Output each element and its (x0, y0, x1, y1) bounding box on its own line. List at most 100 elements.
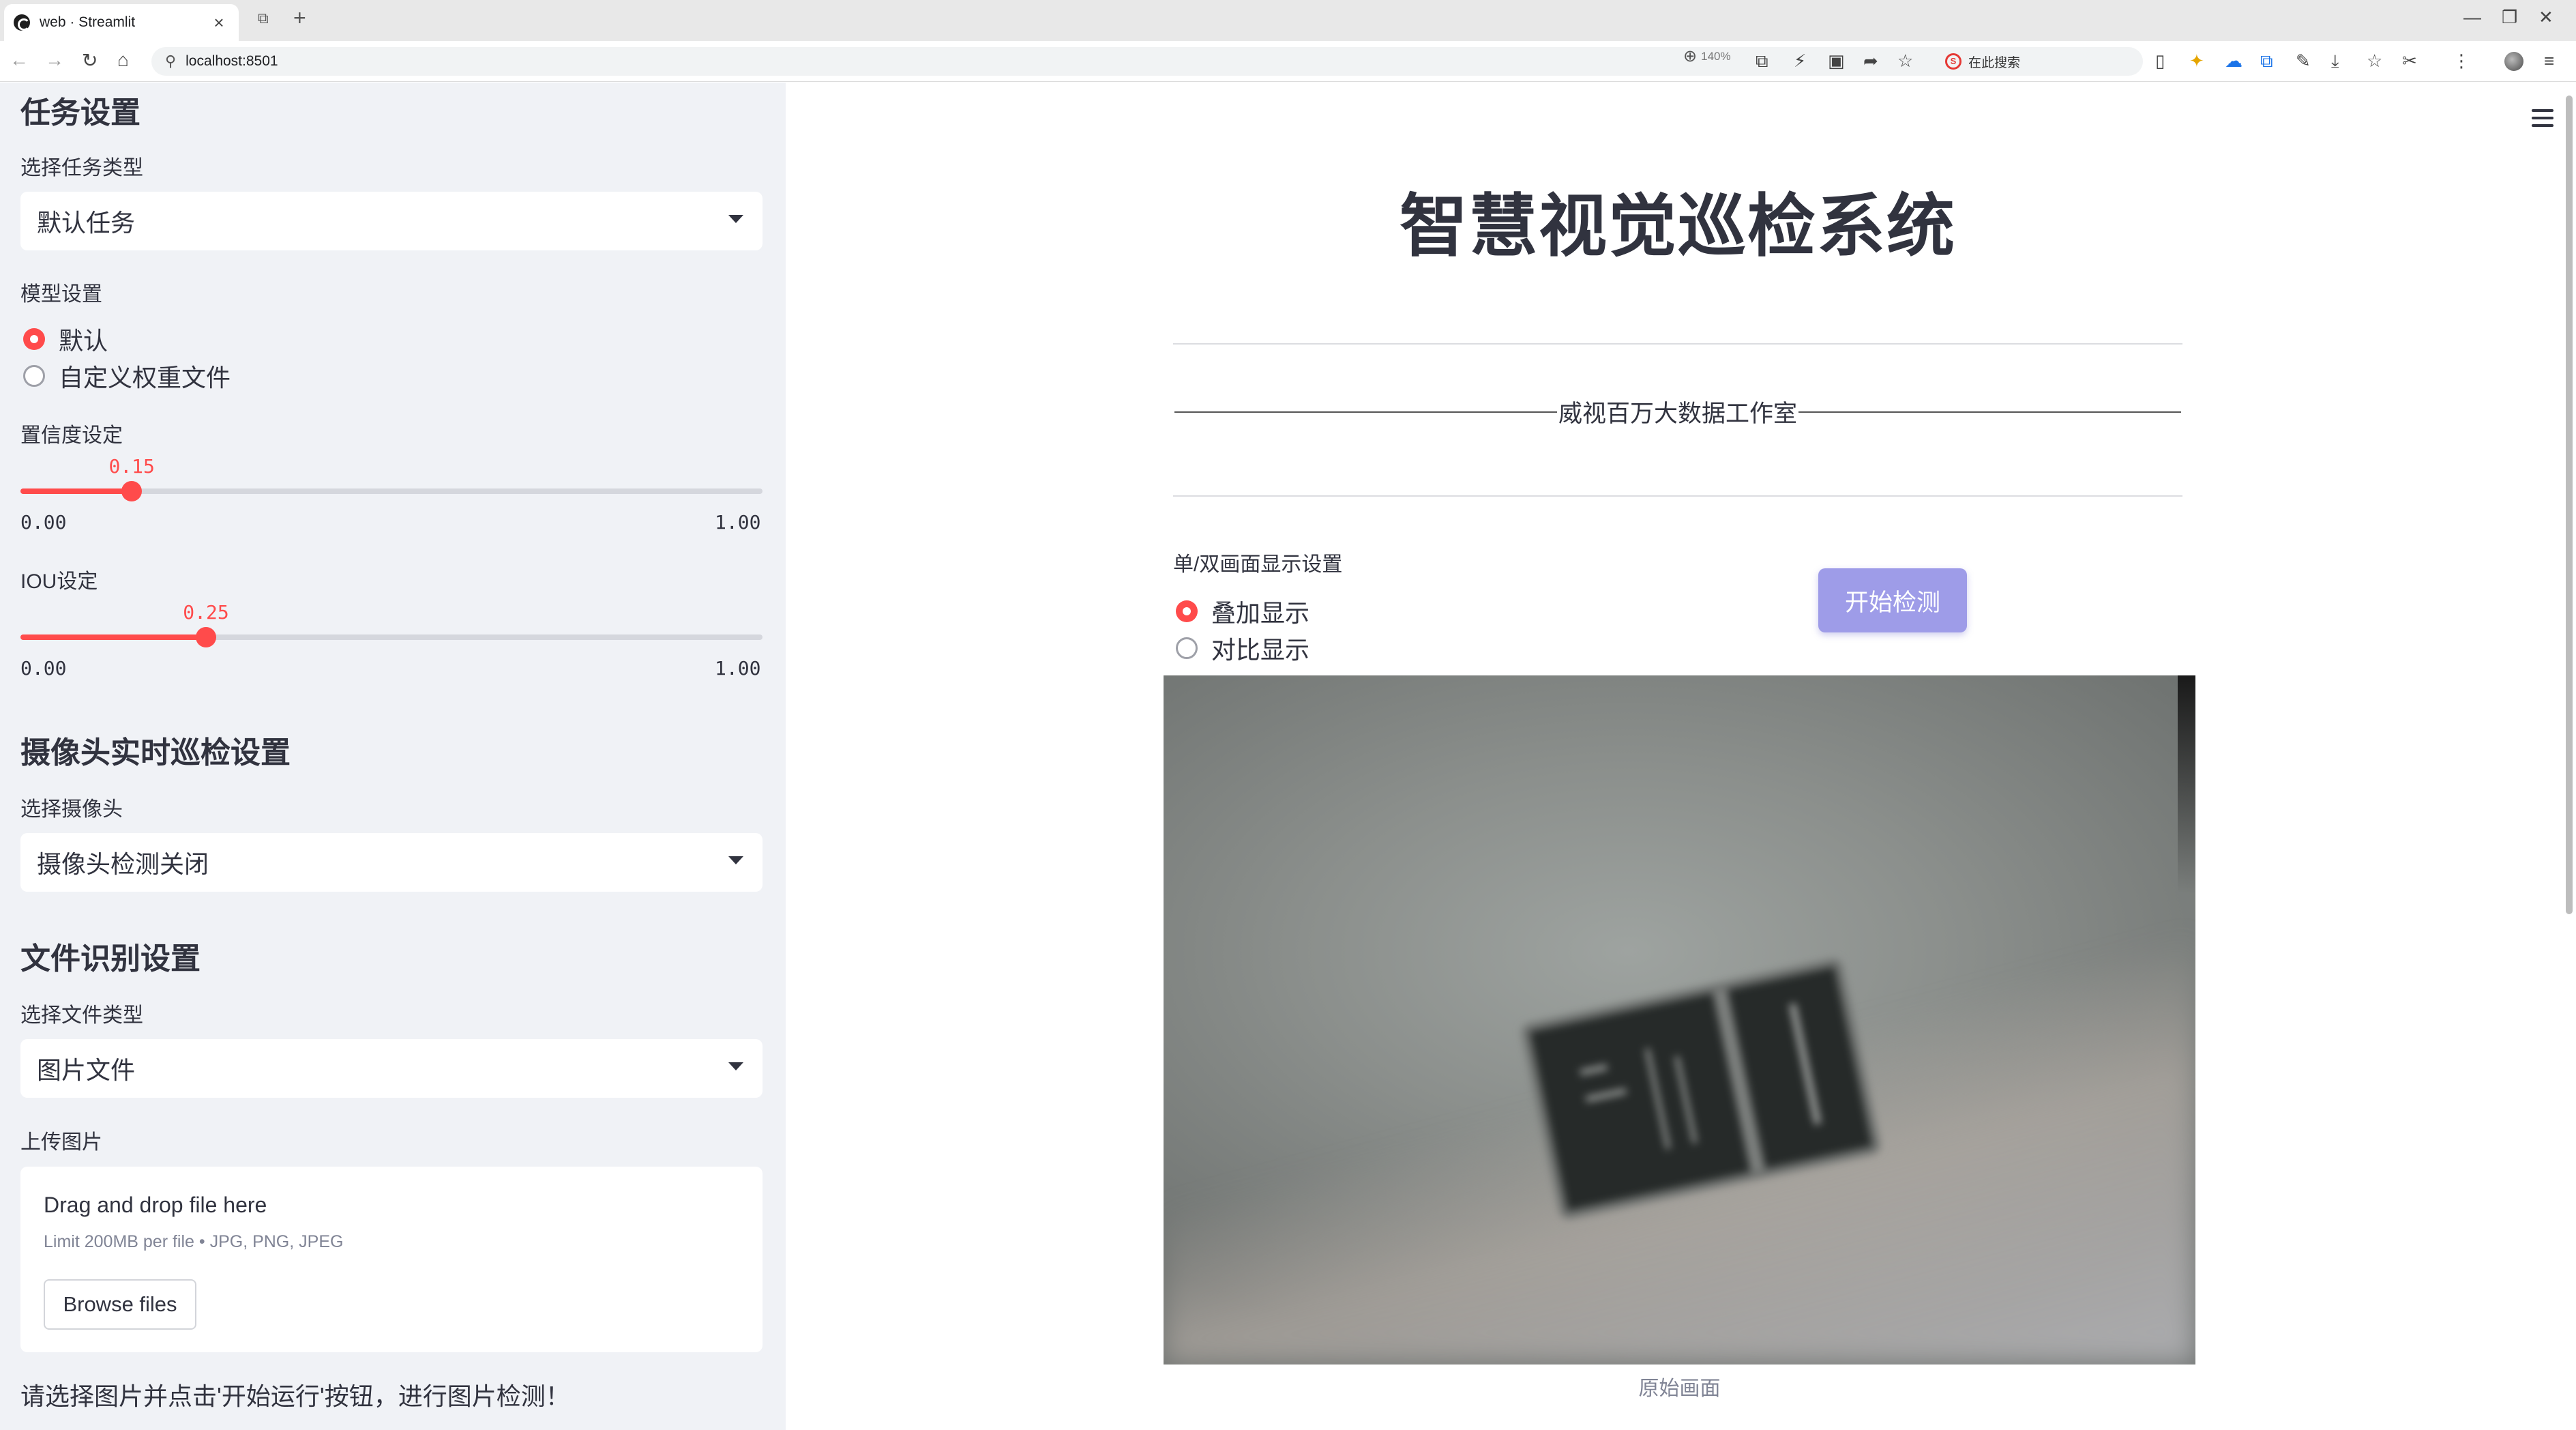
file-type-value: 图片文件 (37, 1056, 136, 1084)
search-engine-logo-icon: S (1945, 53, 1961, 70)
display-option-label: 对比显示 (1211, 636, 1310, 664)
close-window-icon[interactable]: ✕ (2538, 7, 2553, 28)
browser-tab[interactable]: web · Streamlit × (4, 4, 239, 41)
camera-label: 选择摄像头 (20, 798, 123, 821)
more-menu-icon[interactable]: ⋮ (2453, 50, 2470, 72)
search-engine-box[interactable]: S 在此搜索 (1937, 48, 2142, 74)
url-text: localhost:8501 (186, 53, 278, 69)
model-option-label: 自定义权重文件 (59, 364, 231, 392)
iou-label: IOU设定 (20, 570, 98, 593)
model-radio-custom[interactable]: 自定义权重文件 (23, 358, 231, 394)
reading-icon[interactable]: ▯ (2155, 50, 2165, 72)
studio-name: 威视百万大数据工作室 (1558, 400, 1798, 427)
dash-line-left (1174, 411, 1557, 413)
radio-unselected-icon (1176, 637, 1198, 659)
confidence-label: 置信度设定 (20, 424, 123, 447)
extension-star-icon[interactable]: ✦ (2189, 50, 2204, 72)
file-type-label: 选择文件类型 (20, 1004, 143, 1027)
upload-label: 上传图片 (20, 1131, 102, 1154)
display-radio-compare[interactable]: 对比显示 (1176, 630, 1309, 666)
file-section-title: 文件识别设置 (20, 942, 201, 976)
translate-icon[interactable]: ⧉ (1756, 50, 1768, 72)
reload-icon[interactable]: ↻ (82, 49, 98, 72)
share-icon[interactable]: ➦ (1863, 50, 1878, 72)
task-type-label: 选择任务类型 (20, 157, 143, 179)
camera-select[interactable]: 摄像头检测关闭 (20, 833, 763, 892)
divider-top (1173, 343, 2182, 345)
page-title: 智慧视觉巡检系统 (1400, 188, 1956, 265)
camera-original-image (1164, 675, 2195, 1365)
radio-unselected-icon (23, 365, 45, 387)
browser-menu-icon[interactable]: ≡ (2544, 50, 2554, 72)
favorites-icon[interactable]: ☆ (2367, 50, 2382, 72)
camera-value: 摄像头检测关闭 (37, 850, 209, 878)
start-detection-button[interactable]: 开始检测 (1818, 568, 1967, 632)
iou-min: 0.00 (20, 657, 67, 680)
screenshot-icon[interactable]: ▣ (1828, 50, 1845, 72)
iou-slider-thumb[interactable] (196, 627, 216, 647)
uploader-title: Drag and drop file here (44, 1193, 267, 1217)
bookmark-star-icon[interactable]: ☆ (1897, 50, 1913, 72)
site-info-icon[interactable]: ⚲ (165, 53, 176, 70)
lightning-icon[interactable]: ⚡ (1794, 50, 1806, 72)
browser-toolbar: ← → ↻ ⌂ ⚲ localhost:8501 ⊕ 140% ⧉ ⚡ ▣ ➦ … (0, 41, 2576, 82)
chevron-down-icon (728, 856, 743, 864)
display-option-label: 叠加显示 (1211, 599, 1310, 627)
task-type-value: 默认任务 (37, 209, 136, 237)
file-uploader-dropzone[interactable]: Drag and drop file here Limit 200MB per … (20, 1167, 763, 1352)
task-type-select[interactable]: 默认任务 (20, 192, 763, 250)
confidence-slider[interactable] (20, 481, 763, 501)
search-engine-label: 在此搜索 (1968, 55, 2021, 70)
extension-translate-icon[interactable]: ⧉ (2260, 50, 2273, 72)
zoom-level: 140% (1701, 49, 1731, 63)
forward-icon[interactable]: → (45, 49, 64, 71)
extension-pen-icon[interactable]: ✎ (2296, 50, 2311, 72)
zoom-icon: ⊕ (1683, 47, 1698, 65)
scissors-icon[interactable]: ✂ (2402, 50, 2417, 72)
zoom-indicator[interactable]: ⊕ 140% (1683, 46, 1731, 66)
model-label: 模型设置 (20, 283, 102, 306)
iou-max: 1.00 (715, 657, 761, 680)
restore-icon[interactable]: ❐ (2502, 7, 2517, 28)
sidebar-note: 请选择图片并点击'开始运行'按钮，进行图片检测！ (20, 1382, 570, 1410)
file-type-select[interactable]: 图片文件 (20, 1039, 763, 1098)
download-icon[interactable]: ⤓ (2331, 50, 2339, 72)
display-radio-overlay[interactable]: 叠加显示 (1176, 594, 1309, 629)
studio-banner: 威视百万大数据工作室 (1173, 394, 2182, 429)
back-icon[interactable]: ← (10, 49, 29, 71)
browser-tab-bar: web · Streamlit × ⧉ + — ❐ ✕ (0, 0, 2576, 41)
display-mode-label: 单/双画面显示设置 (1173, 553, 1343, 576)
app-menu-icon[interactable] (2532, 109, 2553, 127)
radio-selected-icon (23, 328, 45, 350)
divider-bottom (1173, 495, 2182, 497)
tab-group-icon[interactable]: ⧉ (258, 10, 269, 27)
chevron-down-icon (728, 1062, 743, 1070)
minimize-icon[interactable]: — (2463, 7, 2481, 28)
dash-line-right (1798, 411, 2182, 413)
home-icon[interactable]: ⌂ (117, 49, 129, 71)
extension-cloud-icon[interactable]: ☁ (2225, 50, 2242, 72)
iou-slider-fill (20, 634, 206, 640)
page-scrollbar[interactable] (2566, 96, 2573, 914)
radio-selected-icon (1176, 600, 1198, 622)
task-section-title: 任务设置 (20, 96, 140, 130)
confidence-value: 0.15 (108, 455, 155, 478)
new-tab-icon[interactable]: + (293, 5, 306, 31)
confidence-min: 0.00 (20, 511, 67, 534)
tab-title: web · Streamlit (40, 14, 136, 30)
iou-slider[interactable] (20, 627, 763, 647)
confidence-slider-fill (20, 488, 132, 494)
browse-files-button[interactable]: Browse files (44, 1279, 196, 1330)
confidence-slider-thumb[interactable] (121, 481, 143, 501)
iou-value: 0.25 (183, 601, 229, 624)
tab-close-icon[interactable]: × (209, 12, 229, 33)
model-radio-default[interactable]: 默认 (23, 321, 108, 357)
image-caption: 原始画面 (1638, 1377, 1721, 1400)
uploader-limit: Limit 200MB per file • JPG, PNG, JPEG (44, 1232, 344, 1251)
chevron-down-icon (728, 215, 743, 223)
profile-avatar[interactable] (2504, 52, 2523, 71)
confidence-max: 1.00 (715, 511, 761, 534)
model-option-label: 默认 (59, 327, 108, 355)
camera-section-title: 摄像头实时巡检设置 (20, 736, 291, 770)
streamlit-favicon-icon (14, 14, 30, 31)
